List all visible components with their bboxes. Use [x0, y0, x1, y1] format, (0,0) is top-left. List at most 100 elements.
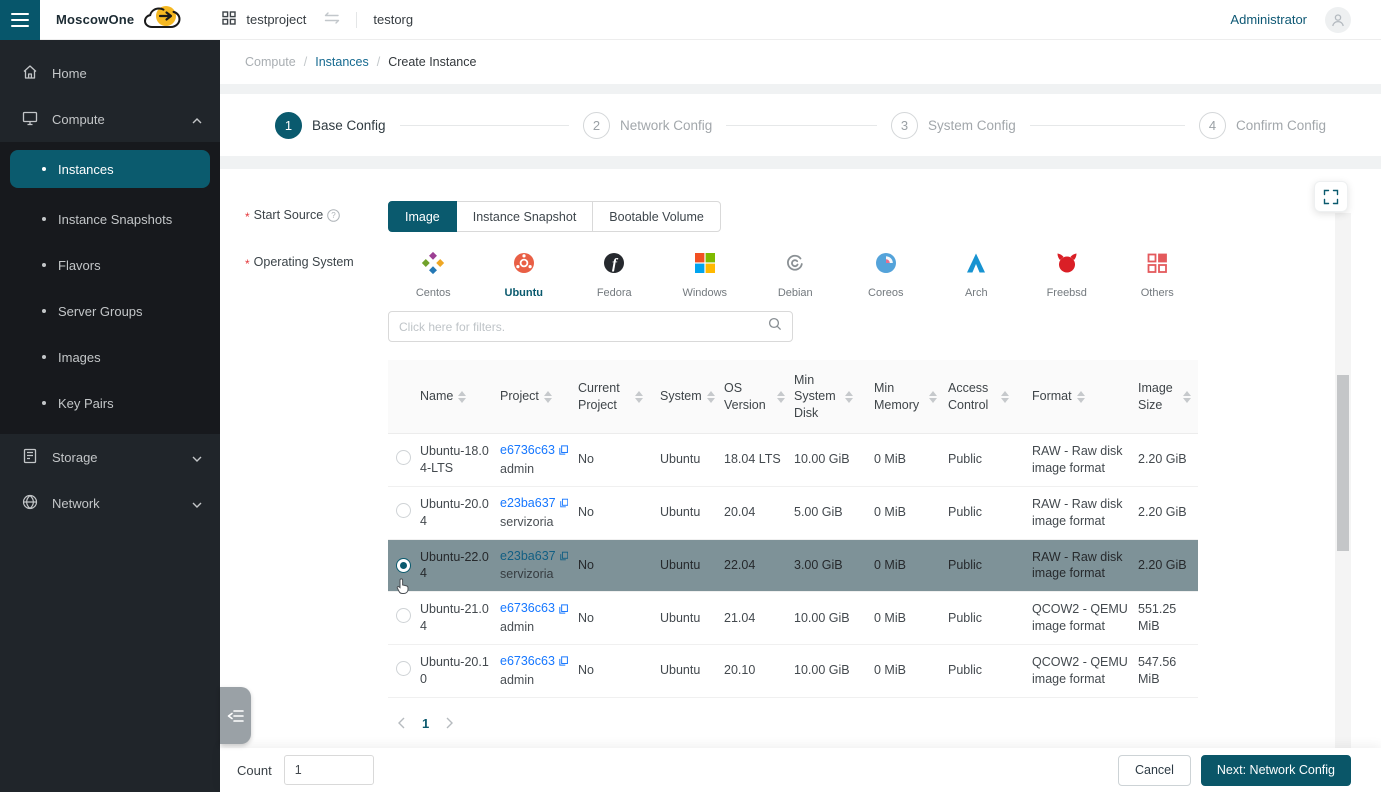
tab-image[interactable]: Image — [388, 201, 457, 232]
column-header-current-project[interactable]: Current Project — [576, 372, 658, 421]
column-header-access-control[interactable]: Access Control — [946, 372, 1030, 421]
breadcrumb: Compute / Instances / Create Instance — [220, 40, 1381, 84]
sidebar-item-flavors[interactable]: Flavors — [0, 242, 220, 288]
os-option-coreos[interactable]: Coreos — [841, 248, 932, 299]
sort-icon[interactable] — [1001, 391, 1009, 403]
brand-name: MoscowOne — [56, 12, 134, 27]
column-header-image-size[interactable]: Image Size — [1136, 372, 1198, 421]
tab-bootable-volume[interactable]: Bootable Volume — [592, 201, 721, 232]
cell-system: Ubuntu — [658, 549, 722, 582]
step-network-config: 2 Network Config — [583, 112, 712, 139]
row-radio-checked[interactable] — [396, 558, 411, 573]
sort-icon[interactable] — [1077, 391, 1085, 403]
project-link[interactable]: e6736c63 — [500, 600, 555, 617]
sort-icon[interactable] — [845, 391, 853, 403]
next-network-config-button[interactable]: Next: Network Config — [1201, 755, 1351, 786]
column-header-format[interactable]: Format — [1030, 380, 1136, 412]
sort-icon[interactable] — [777, 391, 785, 403]
sort-icon[interactable] — [707, 391, 715, 403]
fullscreen-button[interactable] — [1314, 181, 1348, 212]
project-link[interactable]: e6736c63 — [500, 653, 555, 670]
sidebar-item-network[interactable]: Network — [0, 480, 220, 526]
menu-toggle-button[interactable] — [0, 0, 40, 40]
search-icon[interactable] — [768, 317, 782, 336]
cell-min-system-disk: 10.00 GiB — [792, 654, 872, 687]
table-row-selected[interactable]: Ubuntu-22.04 e23ba637 servizoria No Ubun… — [388, 540, 1198, 593]
copy-icon[interactable] — [560, 550, 568, 562]
copy-icon[interactable] — [559, 655, 568, 667]
table-row[interactable]: Ubuntu-18.04-LTS e6736c63 admin No Ubunt… — [388, 434, 1198, 487]
sidebar-item-instance-snapshots[interactable]: Instance Snapshots — [0, 196, 220, 242]
step-system-config: 3 System Config — [891, 112, 1016, 139]
sort-icon[interactable] — [929, 391, 937, 403]
sidebar-item-home[interactable]: Home — [0, 50, 220, 96]
bullet-icon — [42, 217, 46, 221]
cell-current-project: No — [576, 496, 658, 529]
sidebar-item-instances[interactable]: Instances — [10, 150, 210, 188]
os-option-arch[interactable]: Arch — [931, 248, 1022, 299]
pagination-page-1[interactable]: 1 — [422, 716, 429, 731]
os-option-ubuntu[interactable]: Ubuntu — [479, 248, 570, 299]
sidebar-item-images[interactable]: Images — [0, 334, 220, 380]
column-header-name[interactable]: Name — [418, 380, 498, 412]
os-option-windows[interactable]: Windows — [660, 248, 751, 299]
user-role[interactable]: Administrator — [1230, 12, 1307, 27]
table-row[interactable]: Ubuntu-21.04 e6736c63 admin No Ubuntu 21… — [388, 592, 1198, 645]
table-row[interactable]: Ubuntu-20.10 e6736c63 admin No Ubuntu 20… — [388, 645, 1198, 698]
bullet-icon — [42, 309, 46, 313]
column-header-min-memory[interactable]: Min Memory — [872, 372, 946, 421]
sidebar-item-storage[interactable]: Storage — [0, 434, 220, 480]
os-option-fedora[interactable]: f Fedora — [569, 248, 660, 299]
column-header-min-system-disk[interactable]: Min System Disk — [792, 364, 872, 429]
sort-icon[interactable] — [635, 391, 643, 403]
sidebar-item-server-groups[interactable]: Server Groups — [0, 288, 220, 334]
copy-icon[interactable] — [560, 497, 568, 509]
avatar[interactable] — [1325, 7, 1351, 33]
column-header-os-version[interactable]: OS Version — [722, 372, 792, 421]
os-option-centos[interactable]: Centos — [388, 248, 479, 299]
count-input[interactable] — [284, 755, 374, 785]
sort-icon[interactable] — [1183, 391, 1191, 403]
steps-bar: 1 Base Config 2 Network Config 3 System … — [220, 94, 1381, 156]
sort-icon[interactable] — [458, 391, 466, 403]
log-drawer-handle[interactable] — [220, 687, 251, 744]
pagination-prev-icon[interactable] — [397, 717, 406, 729]
switch-project-icon[interactable] — [324, 12, 340, 27]
project-link[interactable]: e23ba637 — [500, 548, 556, 565]
help-icon[interactable]: ? — [327, 208, 340, 225]
bullet-icon — [42, 401, 46, 405]
cell-access-control: Public — [946, 602, 1030, 635]
bullet-icon — [42, 167, 46, 171]
divider — [356, 12, 357, 28]
cell-access-control: Public — [946, 549, 1030, 582]
row-radio[interactable] — [396, 661, 411, 676]
sidebar-item-key-pairs[interactable]: Key Pairs — [0, 380, 220, 426]
project-link[interactable]: e23ba637 — [500, 495, 556, 512]
row-radio[interactable] — [396, 503, 411, 518]
os-option-freebsd[interactable]: Freebsd — [1022, 248, 1113, 299]
project-link[interactable]: e6736c63 — [500, 442, 555, 459]
cancel-button[interactable]: Cancel — [1118, 755, 1191, 786]
pagination-next-icon[interactable] — [445, 717, 454, 729]
breadcrumb-link-instances[interactable]: Instances — [315, 55, 369, 69]
os-option-debian[interactable]: Debian — [750, 248, 841, 299]
org-name: testorg — [373, 12, 413, 27]
column-header-project[interactable]: Project — [498, 380, 576, 412]
copy-icon[interactable] — [559, 444, 568, 456]
step-label: System Config — [928, 118, 1016, 133]
project-name[interactable]: testproject — [246, 12, 306, 27]
cell-access-control: Public — [946, 496, 1030, 529]
os-option-others[interactable]: Others — [1112, 248, 1203, 299]
filter-input[interactable] — [399, 320, 760, 334]
tab-instance-snapshot[interactable]: Instance Snapshot — [456, 201, 594, 232]
sort-icon[interactable] — [544, 391, 552, 403]
scrollbar-track[interactable] — [1335, 213, 1351, 748]
row-radio[interactable] — [396, 608, 411, 623]
table-row[interactable]: Ubuntu-20.04 e23ba637 servizoria No Ubun… — [388, 487, 1198, 540]
cell-system: Ubuntu — [658, 654, 722, 687]
sidebar-item-compute[interactable]: Compute — [0, 96, 220, 142]
copy-icon[interactable] — [559, 603, 568, 615]
column-header-system[interactable]: System — [658, 380, 722, 412]
row-radio[interactable] — [396, 450, 411, 465]
scrollbar-thumb[interactable] — [1337, 375, 1349, 551]
